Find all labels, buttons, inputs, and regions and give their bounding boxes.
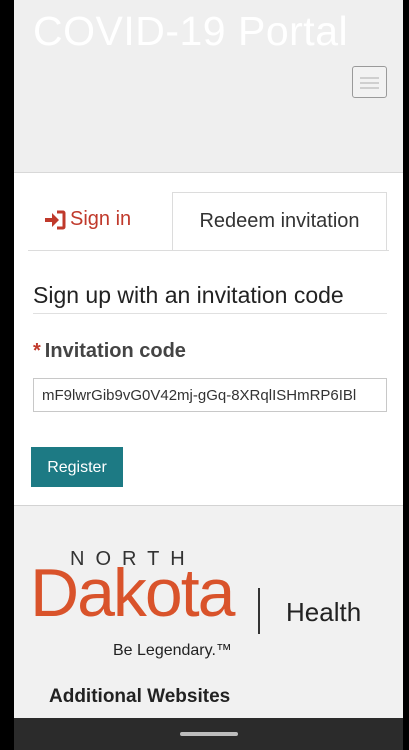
tab-sign-in[interactable]: Sign in: [44, 208, 131, 231]
logo-tagline: Be Legendary.™: [113, 642, 232, 659]
heading-divider: [33, 313, 387, 314]
site-header: COVID-19 Portal: [14, 0, 403, 173]
site-title[interactable]: COVID-19 Portal: [33, 8, 348, 55]
invitation-code-label-text: Invitation code: [44, 340, 186, 362]
invitation-code-label: * Invitation code: [33, 340, 186, 363]
required-marker: *: [33, 340, 41, 362]
logo-dakota: Dakota: [30, 555, 235, 631]
logo-health: Health: [286, 597, 362, 627]
additional-websites-heading: Additional Websites: [49, 686, 231, 707]
form-heading: Sign up with an invitation code: [33, 282, 344, 308]
sign-in-icon: [45, 210, 66, 229]
home-gesture-handle[interactable]: [180, 732, 238, 736]
tab-sign-in-label: Sign in: [70, 208, 132, 230]
system-nav-bar: [14, 718, 403, 750]
hamburger-menu-icon[interactable]: [352, 66, 387, 98]
invitation-code-input[interactable]: [33, 378, 387, 412]
register-button[interactable]: Register: [31, 447, 123, 487]
tab-redeem-invitation[interactable]: Redeem invitation: [172, 192, 387, 250]
logo-divider: [258, 588, 260, 634]
tab-divider: [28, 250, 389, 251]
screen: COVID-19 Portal Sign in Redeem invitatio…: [14, 0, 403, 750]
footer: NORTH Dakota Health Be Legendary.™ Addit…: [14, 505, 403, 719]
